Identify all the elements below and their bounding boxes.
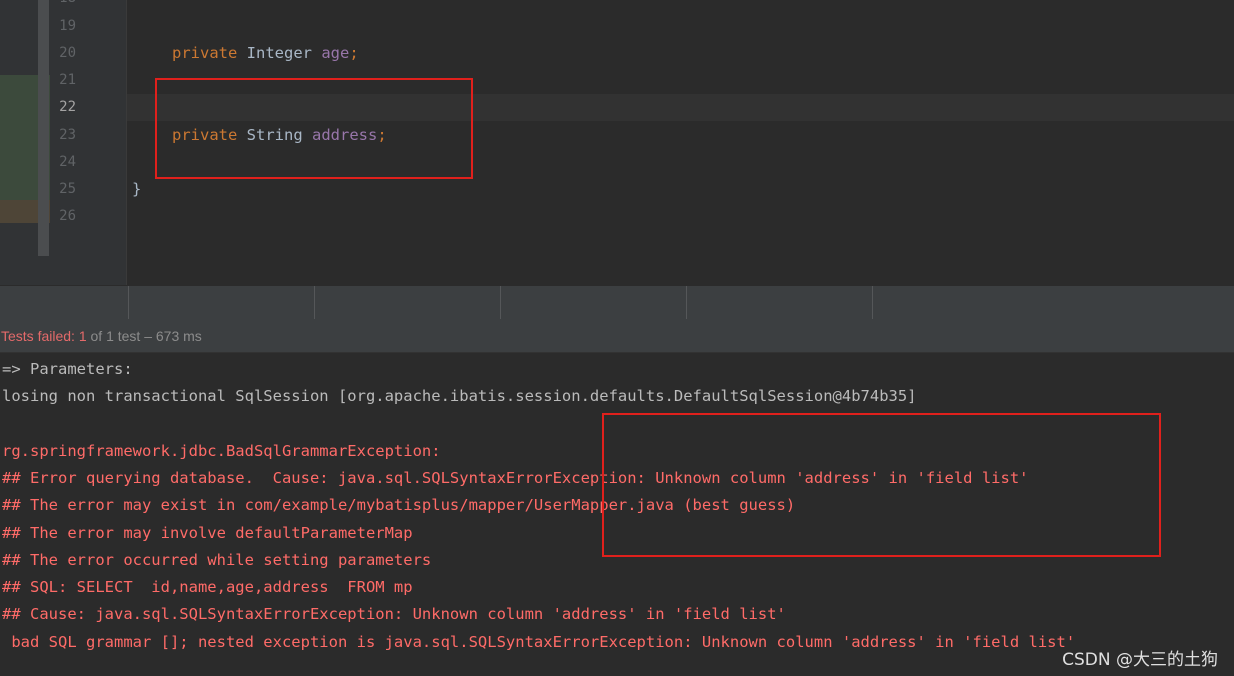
line-number: 26 bbox=[59, 208, 76, 224]
highlight-box-address-field bbox=[155, 78, 473, 179]
tests-failed-label: Tests failed: 1 bbox=[1, 328, 87, 344]
line-number: 18 bbox=[50, 0, 76, 8]
field-name: age bbox=[321, 44, 350, 62]
tool-tab[interactable] bbox=[501, 286, 687, 319]
highlight-box-error bbox=[602, 413, 1161, 557]
console-error-line: rg.springframework.jdbc.BadSqlGrammarExc… bbox=[2, 442, 441, 460]
tool-tab[interactable] bbox=[0, 286, 129, 319]
console-error-line: ## The error occurred while setting para… bbox=[2, 551, 432, 569]
console-error-line: ## The error may involve defaultParamete… bbox=[2, 524, 413, 542]
tool-tab[interactable] bbox=[129, 286, 315, 319]
line-number: 24 bbox=[59, 154, 76, 170]
semicolon: ; bbox=[349, 44, 359, 62]
code-line-age-field[interactable]: private Integer age; bbox=[172, 43, 359, 63]
console-output[interactable]: => Parameters: losing non transactional … bbox=[0, 354, 1234, 676]
line-number: 23 bbox=[59, 127, 76, 143]
line-number: 19 bbox=[59, 18, 76, 34]
line-number: 21 bbox=[59, 72, 76, 88]
console-error-line: ## Cause: java.sql.SQLSyntaxErrorExcepti… bbox=[2, 605, 786, 623]
tool-window-tabs bbox=[0, 285, 1234, 319]
line-number-current: 22 bbox=[59, 99, 76, 115]
test-status-bar: Tests failed: 1 of 1 test – 673 ms bbox=[0, 319, 1234, 353]
console-error-line: ## SQL: SELECT id,name,age,address FROM … bbox=[2, 578, 413, 596]
watermark: CSDN @大三的土狗 bbox=[1062, 650, 1218, 670]
line-number: 20 bbox=[59, 45, 76, 61]
tool-tab[interactable] bbox=[687, 286, 873, 319]
console-error-line: bad SQL grammar []; nested exception is … bbox=[2, 633, 1076, 651]
console-line: => Parameters: bbox=[2, 360, 133, 378]
editor-scrollbar[interactable] bbox=[38, 0, 49, 256]
test-summary: of 1 test – 673 ms bbox=[86, 328, 202, 344]
type-name: Integer bbox=[246, 44, 312, 62]
closing-brace: } bbox=[132, 180, 142, 198]
console-line: losing non transactional SqlSession [org… bbox=[2, 387, 917, 405]
code-editor[interactable]: 18 19 20 21 22 23 24 25 26 private Integ… bbox=[0, 0, 1234, 285]
keyword: private bbox=[172, 44, 238, 62]
line-number: 25 bbox=[59, 181, 76, 197]
tool-tab[interactable] bbox=[315, 286, 501, 319]
